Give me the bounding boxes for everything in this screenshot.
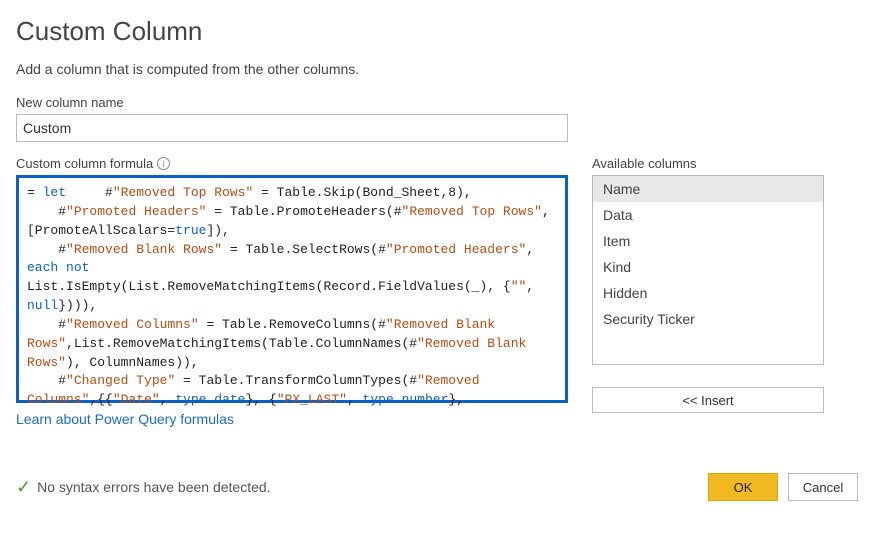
formula-editor[interactable]: = let #"Removed Top Rows" = Table.Skip(B… — [16, 175, 568, 403]
new-column-name-input[interactable] — [16, 114, 568, 142]
check-icon: ✓ — [16, 478, 31, 496]
available-columns-list[interactable]: NameDataItemKindHiddenSecurity Ticker — [592, 175, 824, 365]
dialog-title: Custom Column — [16, 16, 858, 47]
available-columns-label: Available columns — [592, 156, 824, 171]
cursor-icon — [382, 0, 398, 2]
status-bar: ✓ No syntax errors have been detected. — [16, 478, 271, 496]
available-column-item[interactable]: Security Ticker — [593, 306, 823, 332]
available-column-item[interactable]: Kind — [593, 254, 823, 280]
cancel-button[interactable]: Cancel — [788, 473, 858, 501]
available-column-item[interactable]: Item — [593, 228, 823, 254]
dialog-subtitle: Add a column that is computed from the o… — [16, 61, 858, 77]
ok-button[interactable]: OK — [708, 473, 778, 501]
available-column-item[interactable]: Data — [593, 202, 823, 228]
new-column-name-label: New column name — [16, 95, 858, 110]
available-column-item[interactable]: Hidden — [593, 280, 823, 306]
status-text: No syntax errors have been detected. — [37, 479, 270, 495]
available-column-item[interactable]: Name — [593, 176, 823, 202]
insert-button[interactable]: << Insert — [592, 387, 824, 413]
formula-label: Custom column formula i — [16, 156, 568, 171]
learn-link[interactable]: Learn about Power Query formulas — [16, 411, 234, 427]
info-icon[interactable]: i — [157, 157, 170, 170]
